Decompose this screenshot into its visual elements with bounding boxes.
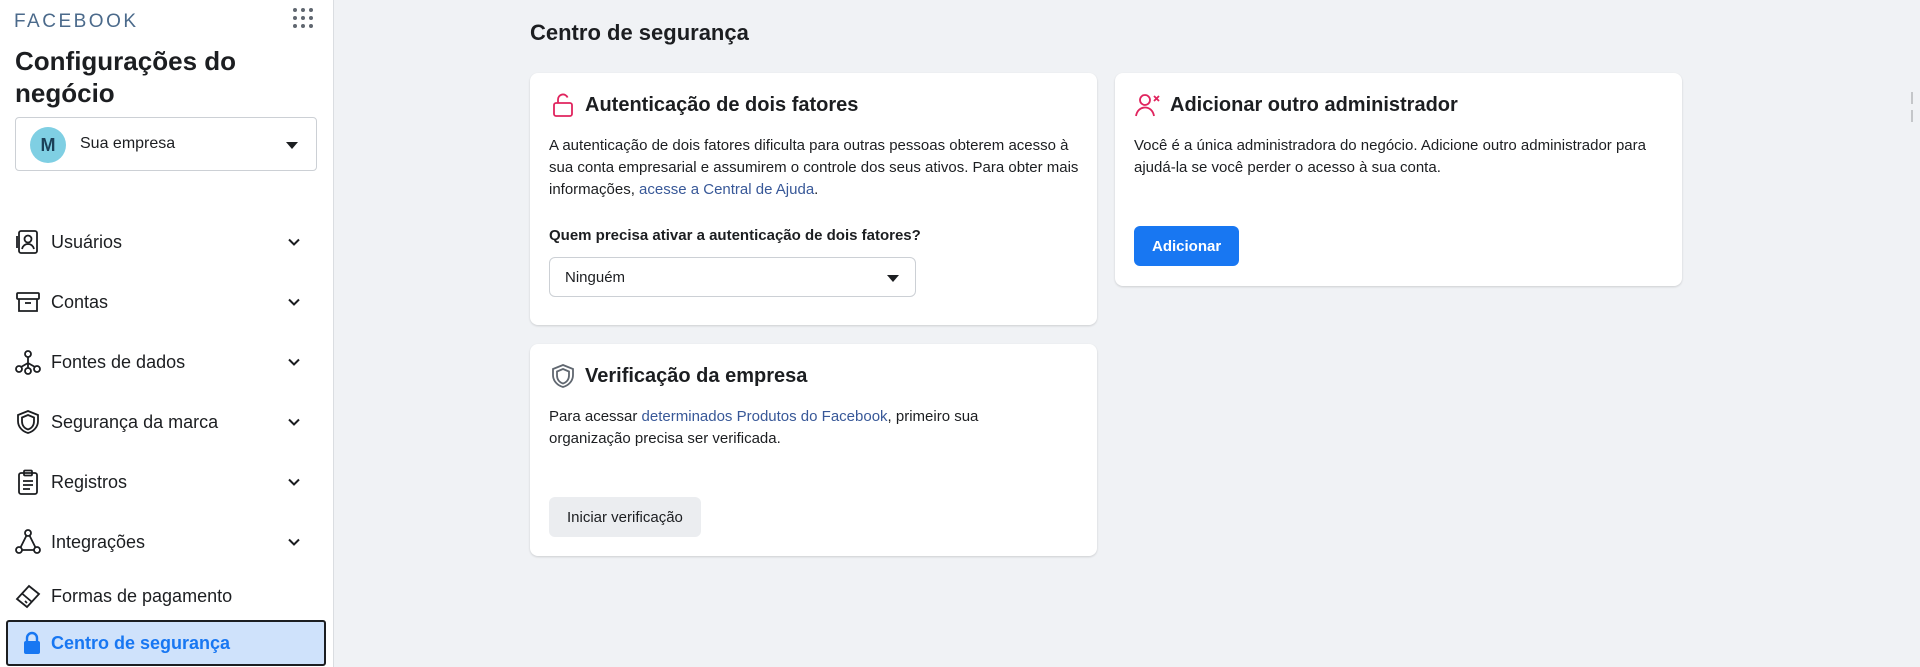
- box-icon: [16, 292, 40, 312]
- select-value: Ninguém: [565, 269, 626, 286]
- sidebar-item-centro-de-seguranca[interactable]: Centro de segurança: [6, 620, 326, 666]
- chevron-down-icon: [288, 418, 300, 426]
- sidebar-item-contas[interactable]: Contas: [0, 280, 334, 324]
- triangle-nodes-icon: [15, 529, 41, 554]
- card-header: Autenticação de dois fatores: [549, 91, 858, 119]
- business-verification-card: Verificação da empresa Para acessar dete…: [530, 344, 1097, 556]
- card-title: Verificação da empresa: [585, 364, 808, 387]
- two-factor-requirement-select[interactable]: Ninguém: [549, 257, 916, 297]
- facebook-products-link[interactable]: determinados Produtos do Facebook: [642, 408, 888, 425]
- sidebar-item-label: Registros: [51, 471, 128, 492]
- sidebar-item-seguranca-da-marca[interactable]: Segurança da marca: [0, 400, 334, 444]
- two-factor-question: Quem precisa ativar a autenticação de do…: [549, 227, 921, 244]
- sidebar-item-usuarios[interactable]: Usuários: [0, 220, 334, 264]
- add-admin-button[interactable]: Adicionar: [1134, 226, 1240, 266]
- page-title: Centro de segurança: [530, 20, 749, 45]
- description-text: Para acessar: [549, 408, 638, 425]
- card-title: Adicionar outro administrador: [1170, 93, 1458, 116]
- sidebar-item-label: Usuários: [51, 231, 123, 252]
- chevron-down-icon: [288, 238, 300, 246]
- lock-icon: [24, 631, 40, 654]
- unlock-icon: [553, 93, 573, 117]
- card-title: Autenticação de dois fatores: [585, 93, 859, 116]
- card-icon: [15, 584, 41, 609]
- sidebar-item-registros[interactable]: Registros: [0, 460, 334, 504]
- sidebar: FACEBOOK Configurações do negócio M Sua …: [0, 0, 334, 667]
- scrollbar-mark: [1911, 110, 1913, 122]
- page-heading: Configurações do negócio: [15, 46, 237, 108]
- verification-description: Para acessar determinados Produtos do Fa…: [549, 406, 999, 450]
- sidebar-item-integracoes[interactable]: Integrações: [0, 520, 334, 564]
- business-selector[interactable]: M Sua empresa: [15, 117, 317, 171]
- add-admin-card: Adicionar outro administrador Você é a ú…: [1115, 73, 1682, 286]
- two-factor-description: A autenticação de dois fatores dificulta…: [549, 135, 1079, 201]
- business-name: Sua empresa: [80, 135, 176, 152]
- description-end: .: [814, 181, 819, 198]
- admin-description: Você é a única administradora do negócio…: [1134, 137, 1646, 176]
- facebook-logo[interactable]: FACEBOOK: [14, 11, 139, 33]
- chevron-down-icon: [288, 478, 300, 486]
- sidebar-item-fontes-de-dados[interactable]: Fontes de dados: [0, 340, 334, 384]
- scrollbar[interactable]: [1906, 0, 1920, 667]
- card-header: Adicionar outro administrador: [1134, 91, 1458, 119]
- scrollbar-mark: [1911, 92, 1913, 104]
- chevron-down-icon: [288, 298, 300, 306]
- shield-icon: [552, 364, 574, 388]
- sidebar-item-label: Contas: [51, 291, 109, 312]
- users-id-icon: [16, 230, 38, 254]
- start-verification-button[interactable]: Iniciar verificação: [549, 497, 701, 537]
- apps-grid-icon[interactable]: [291, 6, 315, 30]
- chevron-down-icon: [288, 538, 300, 546]
- avatar: M: [30, 127, 66, 163]
- two-factor-card: Autenticação de dois fatores A autentica…: [530, 73, 1097, 325]
- clipboard-icon: [18, 469, 38, 495]
- sidebar-item-label: Fontes de dados: [51, 351, 186, 372]
- sidebar-item-label: Segurança da marca: [51, 411, 219, 432]
- caret-down-icon: [286, 142, 298, 149]
- chevron-down-icon: [288, 358, 300, 366]
- add-person-alert-icon: [1135, 94, 1160, 117]
- shield-icon: [17, 410, 39, 434]
- sidebar-item-label: Centro de segurança: [51, 632, 231, 653]
- sidebar-item-formas-de-pagamento[interactable]: Formas de pagamento: [0, 574, 334, 618]
- sidebar-item-label: Integrações: [51, 531, 146, 552]
- caret-down-icon: [887, 275, 899, 282]
- card-header: Verificação da empresa: [549, 362, 807, 390]
- sidebar-item-label: Formas de pagamento: [51, 585, 233, 606]
- help-center-link[interactable]: acesse a Central de Ajuda: [639, 181, 814, 198]
- data-nodes-icon: [15, 350, 41, 375]
